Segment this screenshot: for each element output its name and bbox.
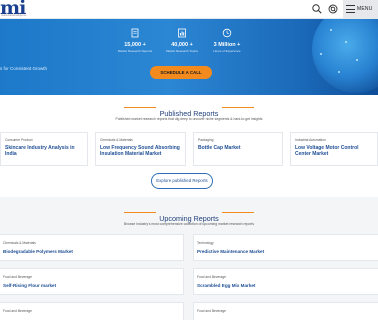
report-category: Food and Beverage xyxy=(3,309,32,313)
report-category: Food and Beverage xyxy=(197,275,226,279)
clock-icon xyxy=(222,28,232,38)
stat-label: Market Research Topics xyxy=(165,49,199,53)
section-subtitle: Browse industry's most comprehensive col… xyxy=(123,222,255,226)
stat-reports: 15,000 + Market Research Reports xyxy=(115,28,155,53)
upcoming-report-card[interactable]: Food and Beverage xyxy=(0,302,184,320)
support-icon[interactable] xyxy=(327,3,339,15)
upcoming-report-card[interactable]: Food and Beverage xyxy=(193,302,378,320)
stat-number: 15,000 + xyxy=(124,42,146,48)
menu-button[interactable]: MENU xyxy=(343,0,378,19)
section-subtitle: Published market research reports that d… xyxy=(115,117,263,121)
report-category: Chemicals & Materials xyxy=(3,241,36,245)
top-navigation-bar: mi marketsandintelligence MENU xyxy=(0,0,378,19)
report-card[interactable]: Consumer Product Skincare Industry Analy… xyxy=(0,132,88,166)
report-title[interactable]: Low Frequency Sound Absorbing Insulation… xyxy=(100,145,181,157)
stat-label: Market Research Reports xyxy=(117,49,153,53)
chart-icon xyxy=(178,28,186,38)
search-icon[interactable] xyxy=(311,3,323,15)
report-card[interactable]: Packaging Bottle Cap Market xyxy=(193,132,283,166)
stat-number: 40,000 + xyxy=(171,42,193,48)
report-title[interactable]: Predictive Maintenance Market xyxy=(197,249,264,254)
report-title[interactable]: Biodegradable Polymers Market xyxy=(3,249,73,254)
hamburger-icon xyxy=(346,5,355,13)
explore-published-button[interactable]: Explore published Reports xyxy=(151,173,213,189)
stat-experience: 3 Million + Hours of Experience xyxy=(207,28,247,53)
stat-label: Hours of Experience xyxy=(213,49,241,53)
report-card[interactable]: Chemicals & Materials Low Frequency Soun… xyxy=(95,132,186,166)
upcoming-report-card[interactable]: Technology Predictive Maintenance Market xyxy=(193,234,378,261)
schedule-call-button[interactable]: SCHEDULE A CALL xyxy=(150,66,212,79)
upcoming-report-card[interactable]: Food and Beverage Self-Rising Flour mark… xyxy=(0,268,184,295)
report-category: Industrial Automation xyxy=(295,138,326,142)
stat-topics: 40,000 + Market Research Topics xyxy=(162,28,202,53)
report-card[interactable]: Industrial Automation Low Voltage Motor … xyxy=(290,132,378,166)
stat-number: 3 Million + xyxy=(213,42,241,48)
upcoming-report-card[interactable]: Chemicals & Materials Biodegradable Poly… xyxy=(0,234,184,261)
report-title[interactable]: Bottle Cap Market xyxy=(198,145,278,151)
document-icon xyxy=(131,28,139,38)
logo-subtext: marketsandintelligence xyxy=(1,14,27,17)
report-title[interactable]: Self-Rising Flour market xyxy=(3,283,56,288)
report-title[interactable]: Scrambled Egg Mix Market xyxy=(197,283,255,288)
report-category: Chemicals & Materials xyxy=(100,138,133,142)
hero-tagline: s for Consistent Growth xyxy=(0,66,48,71)
globe-graphic xyxy=(312,19,378,93)
menu-label: MENU xyxy=(357,6,373,12)
hero-banner: s for Consistent Growth 15,000 + Market … xyxy=(0,19,378,95)
report-title[interactable]: Skincare Industry Analysis in India xyxy=(5,145,83,157)
report-category: Food and Beverage xyxy=(197,309,226,313)
page: mi marketsandintelligence MENU s for Con… xyxy=(0,0,378,320)
report-category: Consumer Product xyxy=(5,138,33,142)
upcoming-report-card[interactable]: Food and Beverage Scrambled Egg Mix Mark… xyxy=(193,268,378,295)
report-category: Technology xyxy=(197,241,214,245)
report-title[interactable]: Low Voltage Motor Control Center Market xyxy=(295,145,373,157)
report-category: Food and Beverage xyxy=(3,275,32,279)
report-category: Packaging xyxy=(198,138,214,142)
